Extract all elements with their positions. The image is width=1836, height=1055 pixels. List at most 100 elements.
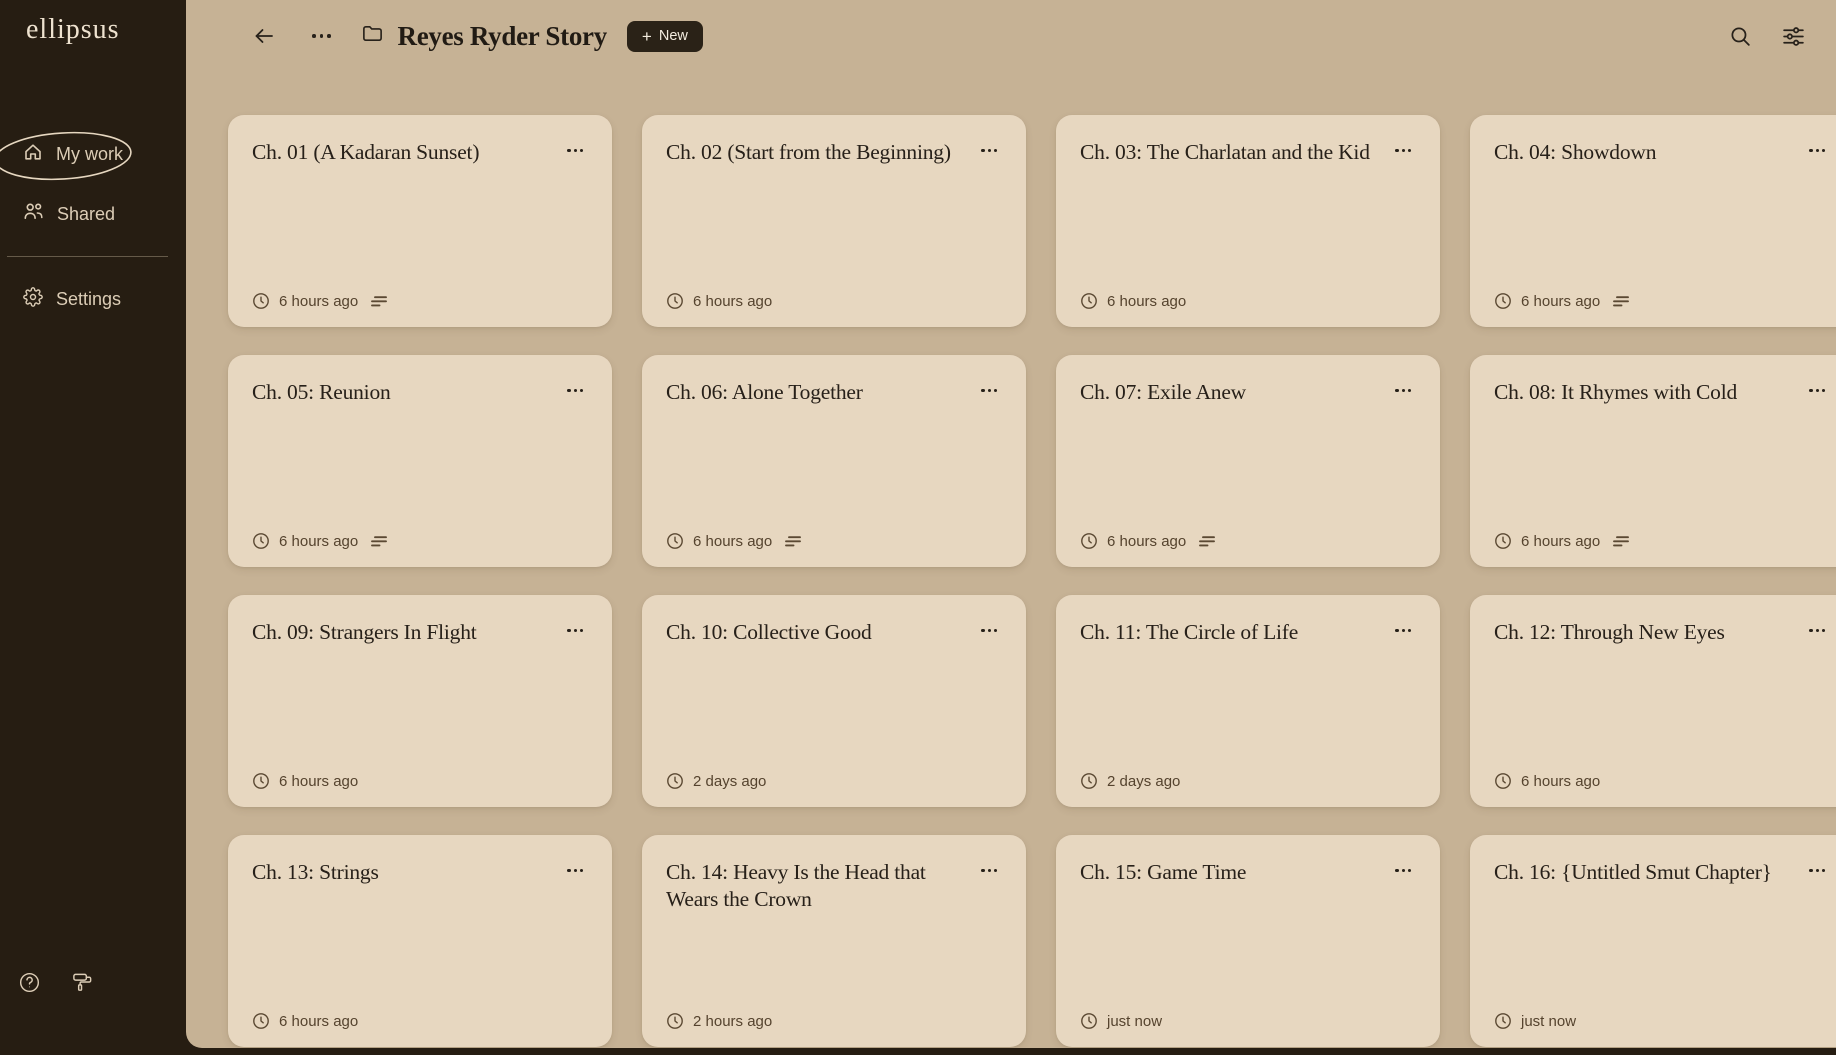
sidebar-item-my-work[interactable]: My work bbox=[0, 131, 186, 181]
document-updated: 6 hours ago bbox=[279, 532, 359, 550]
clock-icon bbox=[253, 1013, 269, 1029]
ellipsis-icon bbox=[1809, 869, 1813, 873]
clock-icon bbox=[1081, 293, 1097, 309]
document-card[interactable]: Ch. 04: Showdown 6 hours ago bbox=[1470, 115, 1836, 327]
ellipsis-icon bbox=[312, 34, 316, 38]
app-window: ellipsus My work Shared Settings Reyes R… bbox=[0, 0, 1836, 1055]
sidebar-nav: My work Shared Settings bbox=[0, 131, 186, 321]
card-menu-button[interactable] bbox=[1391, 625, 1415, 636]
card-menu-button[interactable] bbox=[1391, 385, 1415, 396]
document-title: Ch. 07: Exile Anew bbox=[1080, 380, 1246, 404]
ellipsis-icon bbox=[567, 629, 571, 633]
card-menu-button[interactable] bbox=[977, 145, 1001, 156]
card-menu-button[interactable] bbox=[1391, 145, 1415, 156]
document-card[interactable]: Ch. 11: The Circle of Life 2 days ago bbox=[1056, 595, 1440, 807]
ellipsus-logo: ellipsus bbox=[26, 14, 120, 45]
card-menu-button[interactable] bbox=[1805, 865, 1829, 876]
ellipsis-icon bbox=[981, 149, 985, 153]
document-updated: 6 hours ago bbox=[1521, 772, 1601, 790]
document-card[interactable]: Ch. 01 (A Kadaran Sunset) 6 hours ago bbox=[228, 115, 612, 327]
sidebar-item-shared[interactable]: Shared bbox=[0, 192, 186, 236]
card-menu-button[interactable] bbox=[563, 385, 587, 396]
help-icon[interactable] bbox=[18, 971, 41, 999]
document-card[interactable]: Ch. 05: Reunion 6 hours ago bbox=[228, 355, 612, 567]
sliders-icon bbox=[1783, 26, 1804, 46]
card-footer: 6 hours ago bbox=[252, 1012, 358, 1030]
clock-icon bbox=[253, 293, 269, 309]
document-card[interactable]: Ch. 16: {Untitled Smut Chapter} just now bbox=[1470, 835, 1836, 1047]
arrow-left-icon bbox=[255, 29, 273, 43]
paint-roller-icon[interactable] bbox=[71, 971, 94, 999]
ellipsis-icon bbox=[981, 629, 985, 633]
document-updated: just now bbox=[1107, 1012, 1163, 1030]
card-menu-button[interactable] bbox=[1805, 625, 1829, 636]
card-menu-button[interactable] bbox=[1391, 865, 1415, 876]
sidebar-item-settings[interactable]: Settings bbox=[0, 277, 186, 321]
clock-icon bbox=[667, 1013, 683, 1029]
card-footer: 6 hours ago bbox=[252, 532, 388, 550]
topbar: Reyes Ryder Story + New bbox=[186, 0, 1836, 72]
document-title: Ch. 14: Heavy Is the Head that Wears the… bbox=[666, 860, 926, 911]
document-card[interactable]: Ch. 09: Strangers In Flight 6 hours ago bbox=[228, 595, 612, 807]
card-menu-button[interactable] bbox=[1805, 385, 1829, 396]
topbar-right bbox=[1724, 20, 1810, 53]
card-menu-button[interactable] bbox=[1805, 145, 1829, 156]
document-updated: 6 hours ago bbox=[1107, 532, 1187, 550]
document-title: Ch. 09: Strangers In Flight bbox=[252, 620, 477, 644]
ellipsis-icon bbox=[1809, 629, 1813, 633]
document-card[interactable]: Ch. 10: Collective Good 2 days ago bbox=[642, 595, 1026, 807]
document-card[interactable]: Ch. 03: The Charlatan and the Kid 6 hour… bbox=[1056, 115, 1440, 327]
card-footer: 2 days ago bbox=[666, 772, 766, 790]
card-footer: 6 hours ago bbox=[252, 772, 358, 790]
document-title: Ch. 06: Alone Together bbox=[666, 380, 863, 404]
card-footer: 6 hours ago bbox=[1494, 772, 1600, 790]
users-icon bbox=[23, 202, 44, 226]
text-lines-icon bbox=[371, 295, 388, 306]
back-button[interactable] bbox=[248, 20, 280, 52]
card-menu-button[interactable] bbox=[563, 625, 587, 636]
ellipsis-icon bbox=[567, 869, 571, 873]
card-menu-button[interactable] bbox=[563, 145, 587, 156]
clock-icon bbox=[1081, 1013, 1097, 1029]
clock-icon bbox=[667, 773, 683, 789]
card-menu-button[interactable] bbox=[563, 865, 587, 876]
clock-icon bbox=[667, 293, 683, 309]
document-card[interactable]: Ch. 02 (Start from the Beginning) 6 hour… bbox=[642, 115, 1026, 327]
card-menu-button[interactable] bbox=[977, 385, 1001, 396]
clock-icon bbox=[1495, 773, 1511, 789]
new-button[interactable]: + New bbox=[626, 20, 703, 52]
document-updated: just now bbox=[1521, 1012, 1577, 1030]
document-updated: 6 hours ago bbox=[1521, 532, 1601, 550]
sidebar-item-label: Shared bbox=[57, 203, 116, 224]
card-footer: 6 hours ago bbox=[666, 292, 772, 310]
document-card[interactable]: Ch. 08: It Rhymes with Cold 6 hours ago bbox=[1470, 355, 1836, 567]
card-footer: 6 hours ago bbox=[1080, 292, 1186, 310]
document-card[interactable]: Ch. 07: Exile Anew 6 hours ago bbox=[1056, 355, 1440, 567]
document-updated: 6 hours ago bbox=[693, 292, 773, 310]
home-icon bbox=[23, 142, 43, 167]
card-menu-button[interactable] bbox=[977, 625, 1001, 636]
document-updated: 6 hours ago bbox=[279, 292, 359, 310]
clock-icon bbox=[1495, 293, 1511, 309]
document-card[interactable]: Ch. 15: Game Time just now bbox=[1056, 835, 1440, 1047]
card-footer: just now bbox=[1080, 1012, 1162, 1030]
filter-sliders-button[interactable] bbox=[1777, 20, 1810, 53]
card-menu-button[interactable] bbox=[977, 865, 1001, 876]
document-card[interactable]: Ch. 06: Alone Together 6 hours ago bbox=[642, 355, 1026, 567]
page-title: Reyes Ryder Story bbox=[397, 20, 608, 51]
document-title: Ch. 02 (Start from the Beginning) bbox=[666, 140, 951, 164]
document-updated: 6 hours ago bbox=[279, 772, 359, 790]
document-card[interactable]: Ch. 12: Through New Eyes 6 hours ago bbox=[1470, 595, 1836, 807]
clock-icon bbox=[667, 533, 683, 549]
document-title: Ch. 05: Reunion bbox=[252, 380, 391, 404]
search-icon bbox=[1731, 26, 1750, 46]
sidebar-item-label: My work bbox=[56, 143, 123, 164]
ellipsis-icon bbox=[981, 869, 985, 873]
clock-icon bbox=[1495, 1013, 1511, 1029]
document-card[interactable]: Ch. 13: Strings 6 hours ago bbox=[228, 835, 612, 1047]
clock-icon bbox=[1081, 773, 1097, 789]
search-button[interactable] bbox=[1724, 20, 1757, 53]
folder-menu-button[interactable] bbox=[306, 28, 337, 44]
document-card[interactable]: Ch. 14: Heavy Is the Head that Wears the… bbox=[642, 835, 1026, 1047]
breadcrumb: Reyes Ryder Story bbox=[361, 21, 607, 52]
